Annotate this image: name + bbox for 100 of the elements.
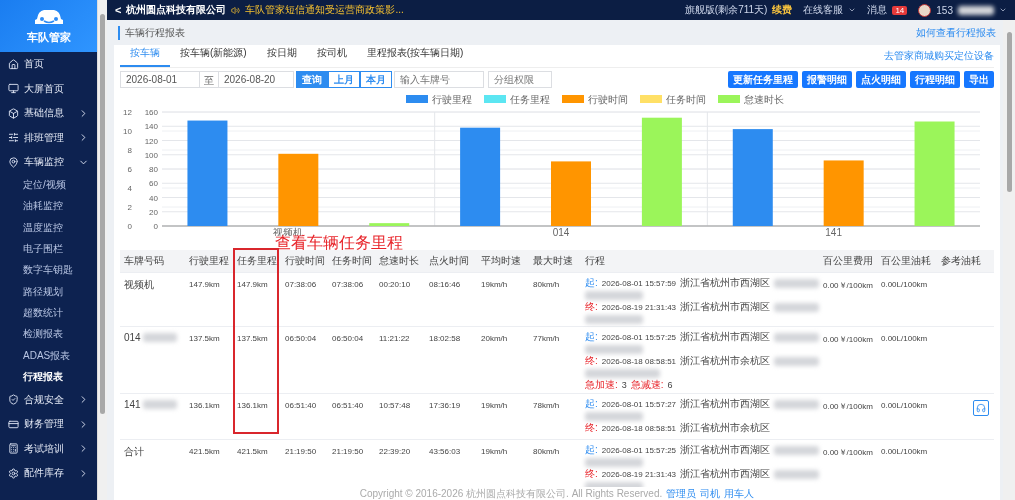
submenu-item[interactable]: 行程报表 [0,366,97,388]
tab[interactable]: 按车辆(新能源) [170,45,257,67]
legend-label: 怠速时长 [743,93,784,105]
submenu-item[interactable]: ADAS报表 [0,344,97,367]
menu-item[interactable]: 合规安全 [0,387,97,412]
table-cell-text: 0.00￥/100km [822,401,874,412]
submenu-item[interactable]: 电子围栏 [0,238,97,260]
column-header: 任务里程 [236,254,278,268]
tab[interactable]: 里程报表(按车辆日期) [356,45,474,67]
menu-item[interactable]: 首页 [0,52,97,77]
tab[interactable]: 按车辆 [120,45,170,67]
trip-place: 浙江省杭州市西湖区 [680,467,771,481]
column-header: 行驶里程 [188,254,230,268]
menu-item[interactable]: 配件库存 [0,460,97,486]
footer-link[interactable]: 司机 [700,486,721,500]
footer-link[interactable]: 管理员 [666,486,697,500]
trip-place: 浙江省杭州市西湖区 [680,443,771,457]
table-cell-text: 07:38:06 [331,279,365,289]
legend-item[interactable]: 行驶里程 [406,93,472,105]
renew-link[interactable]: 续费 [772,3,793,17]
table-cell-text: 147.9km [236,279,269,289]
action-button[interactable]: 导出 [964,71,994,89]
tab[interactable]: 按司机 [306,45,357,67]
plate-search-field[interactable]: 输入车牌号 [394,71,484,89]
menu-item[interactable]: 基础信息 [0,101,97,126]
axis-label: 8 [127,145,132,155]
action-button[interactable]: 报警明细 [802,71,852,89]
legend-item[interactable]: 任务里程 [484,93,550,105]
redacted-blur [585,290,643,300]
table-cell-text: 0.00￥/100km [822,280,874,291]
column-header: 点火时间 [428,254,470,268]
menu-item[interactable]: 排班管理 [0,125,97,150]
axis-label: 40 [149,193,158,202]
legend-item[interactable]: 任务时间 [640,93,706,105]
legend-item[interactable]: 怠速时长 [718,93,784,105]
submenu-item[interactable]: 路径规划 [0,281,97,303]
submenu-item[interactable]: 检测报表 [0,323,97,345]
avatar[interactable] [918,3,932,17]
menu-icon [8,394,19,406]
messages-link[interactable]: 消息 [867,3,888,17]
table-cell-text: 00:20:10 [378,279,412,289]
shop-link[interactable]: 去管家商城购买定位设备 [884,48,994,67]
axis-label: 120 [144,136,158,145]
table-cell-text: 17:36:19 [428,400,462,410]
column-header: 百公里油耗 [880,254,932,268]
trip-time: 2026-08-19 21:31:43 [601,302,677,312]
redacted-blur [585,344,643,354]
axis-label: 10 [123,126,132,136]
footer-link[interactable]: 用车人 [724,486,755,500]
table-cell-text: 77km/h [532,333,561,343]
submenu-item[interactable]: 定位/视频 [0,174,97,196]
scrollbar[interactable] [97,0,107,500]
start-date-field[interactable]: 2026-08-01 [120,71,200,89]
column-header: 百公里费用 [822,254,874,268]
submenu-item[interactable]: 数字车钥匙 [0,259,97,281]
category-label: 014 [552,226,570,236]
column-header: 任务时间 [331,254,373,268]
company-name: 杭州圆点科技有限公司 [126,3,227,17]
menu-item[interactable]: 财务管理 [0,411,97,437]
service-menu[interactable]: 在线客服 [803,3,844,17]
axis-label: 140 [144,121,158,131]
table-cell-text: 21:19:50 [284,446,318,456]
trip-point-label: 终: [585,421,598,435]
tab[interactable]: 按日期 [256,45,307,67]
end-date-field[interactable]: 2026-08-20 [218,71,294,89]
legend-label: 任务里程 [509,93,550,105]
column-header: 怠速时长 [378,254,420,268]
submenu-item[interactable]: 油耗监控 [0,195,97,218]
action-button[interactable]: 点火明细 [856,71,906,89]
trip-point-label: 终: [585,467,598,481]
menu-item[interactable]: 大屏首页 [0,76,97,101]
menu-item[interactable]: 车辆监控 [0,150,97,175]
menu-item[interactable]: 考试培训 [0,436,97,461]
event-label: 急加速: [585,378,618,392]
submenu-item[interactable]: 温度监控 [0,217,97,239]
action-button[interactable]: 更新任务里程 [728,71,798,89]
action-button[interactable]: 行程明细 [910,71,960,89]
scrollbar[interactable] [1003,20,1015,500]
trip-place: 浙江省杭州市西湖区 [680,276,771,290]
trip-time: 2026-08-01 15:57:59 [601,278,677,288]
table-cell-text: 80km/h [532,279,561,289]
trip-time: 2026-08-18 08:58:51 [601,423,677,433]
legend-item[interactable]: 行驶时间 [562,93,628,105]
range-button[interactable]: 上月 [328,71,360,89]
table-cell-text: 19km/h [480,400,509,410]
legend-label: 任务时间 [665,93,706,105]
user-name[interactable]: 153 [936,4,953,16]
submenu-item[interactable]: 超数统计 [0,302,97,324]
group-field[interactable]: 分组权限 [488,71,552,89]
legend-label: 行驶里程 [432,93,472,105]
table-cell: 合计 [124,445,144,459]
axis-label: 2 [127,202,132,212]
back-button[interactable]: < [115,4,122,16]
table-cell-text: 20km/h [480,333,509,343]
legend-label: 行驶时间 [588,93,628,105]
menu-icon [8,58,19,70]
table-cell-text: 21:19:50 [331,446,365,456]
headphones-button[interactable] [973,400,989,416]
range-button[interactable]: 本月 [360,71,392,89]
table-cell-text: 18:02:58 [428,333,462,343]
